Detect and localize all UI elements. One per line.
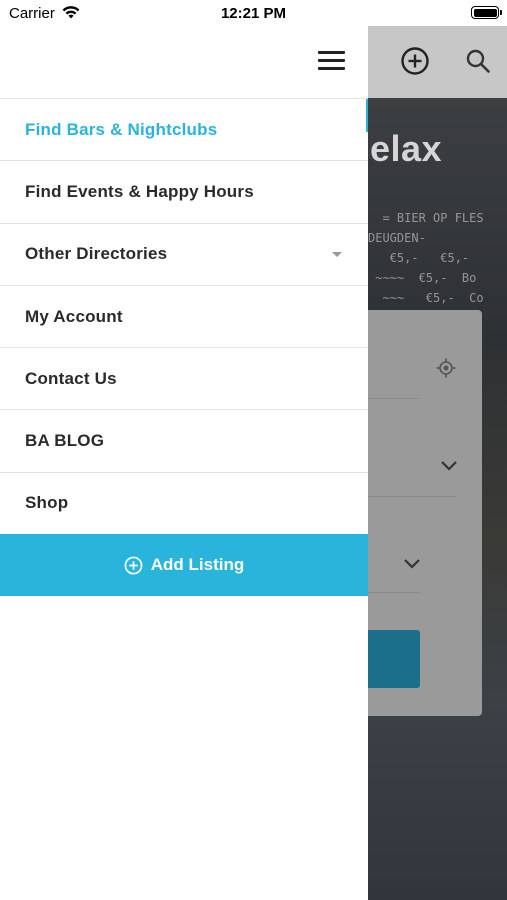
- card-divider: [368, 398, 420, 399]
- caret-down-icon[interactable]: [332, 251, 342, 257]
- search-icon[interactable]: [465, 48, 491, 74]
- menu-item-label: BA BLOG: [25, 431, 105, 451]
- battery-icon: [471, 6, 499, 19]
- menu-item-ba-blog[interactable]: BA BLOG: [0, 410, 368, 473]
- card-divider: [368, 496, 456, 497]
- menu-item-label: Shop: [25, 493, 69, 513]
- menu-item-label: Find Bars & Nightclubs: [25, 119, 218, 139]
- status-bar: Carrier 12:21 PM: [0, 0, 507, 26]
- battery-tip: [500, 10, 502, 15]
- background-app: elax = BIER OP FLES DEUGDEN- €5,- €5,- ~…: [368, 26, 507, 900]
- chevron-down-icon: [404, 559, 420, 569]
- menu-item-contact-us[interactable]: Contact Us: [0, 348, 368, 411]
- menu-item-label: Find Events & Happy Hours: [25, 181, 254, 201]
- menu-item-label: Other Directories: [25, 244, 168, 264]
- background-header: [368, 26, 507, 98]
- drawer-header: [0, 26, 368, 99]
- menu-item-find-bars[interactable]: Find Bars & Nightclubs: [0, 99, 368, 162]
- background-search-button: [368, 630, 420, 688]
- locate-icon: [436, 358, 456, 378]
- clock: 12:21 PM: [220, 5, 287, 22]
- add-circle-icon[interactable]: [400, 46, 430, 76]
- menu-item-label: My Account: [25, 306, 123, 326]
- plus-circle-icon: [124, 556, 143, 574]
- add-listing-label: Add Listing: [150, 555, 245, 574]
- hero-text-fragment: elax: [370, 128, 443, 169]
- menu-item-find-events[interactable]: Find Events & Happy Hours: [0, 161, 368, 224]
- drawer-menu: Find Bars & Nightclubs Find Events & Hap…: [0, 99, 368, 536]
- chalkboard-decoration: = BIER OP FLES DEUGDEN- €5,- €5,- ~~~~ €…: [368, 211, 484, 305]
- card-divider: [368, 592, 420, 593]
- menu-item-label: Contact Us: [25, 368, 117, 388]
- add-listing-button[interactable]: Add Listing: [0, 534, 368, 596]
- menu-item-shop[interactable]: Shop: [0, 473, 368, 536]
- navigation-drawer: Find Bars & Nightclubs Find Events & Hap…: [0, 26, 368, 900]
- menu-item-my-account[interactable]: My Account: [0, 286, 368, 349]
- chevron-down-icon: [441, 461, 457, 471]
- menu-item-other-directories[interactable]: Other Directories: [0, 224, 368, 286]
- hamburger-menu-icon[interactable]: [318, 51, 345, 71]
